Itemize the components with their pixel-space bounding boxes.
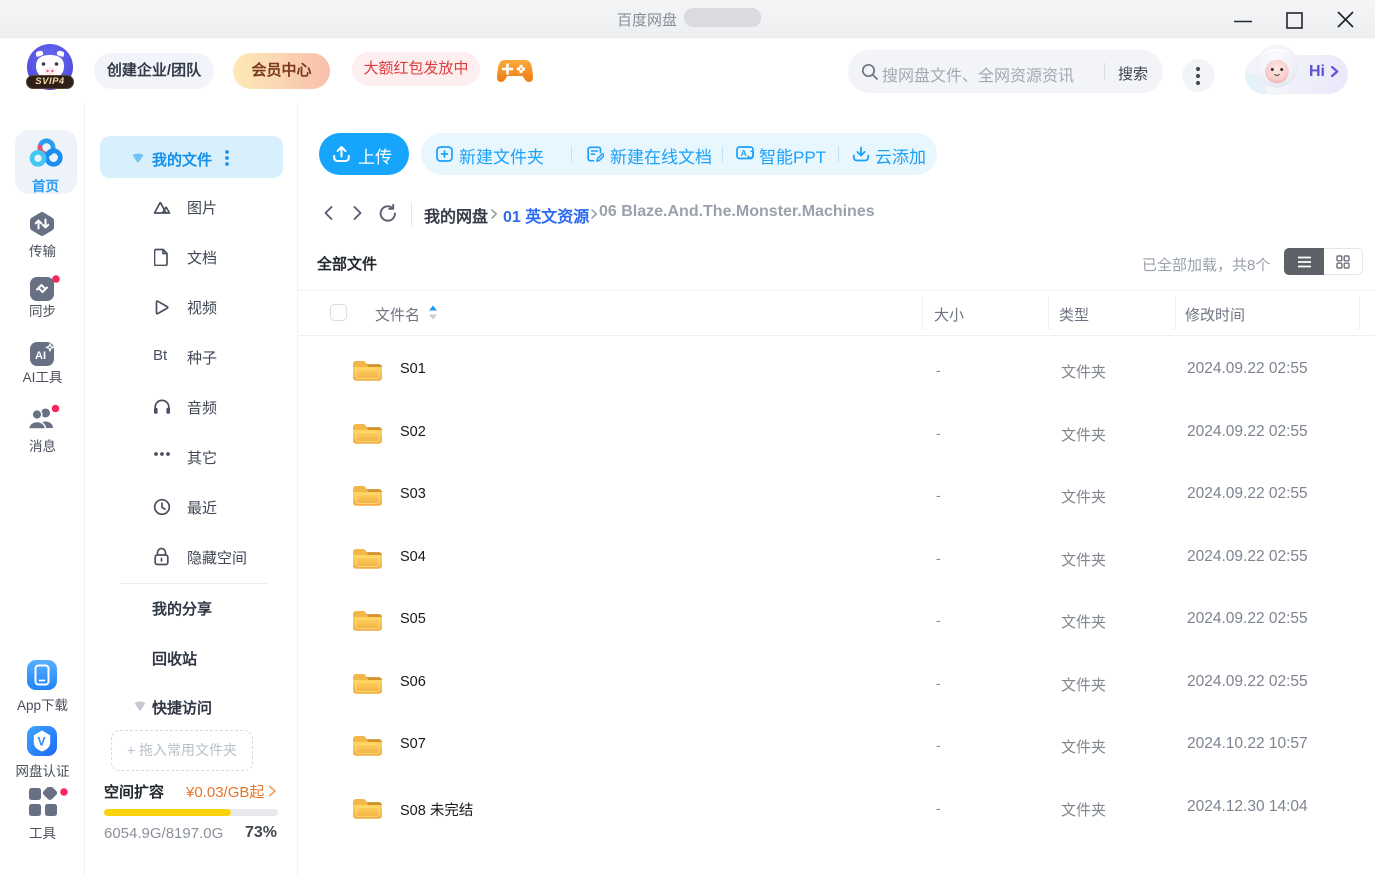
svg-text:V: V [38,735,46,749]
svg-text:A: A [741,148,747,158]
svg-text:AI: AI [35,350,46,362]
